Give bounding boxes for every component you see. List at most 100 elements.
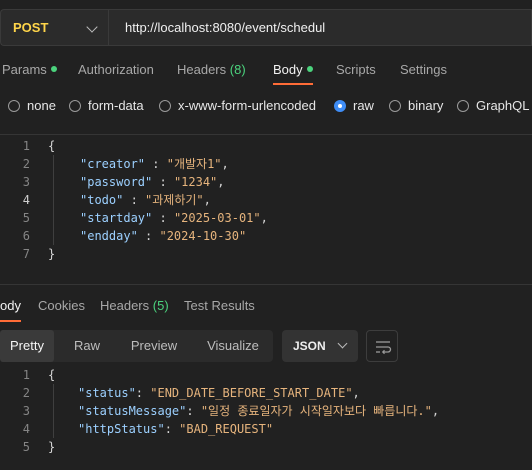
radio-graphql[interactable]: GraphQL xyxy=(457,98,529,113)
tab-headers[interactable]: Headers (8) xyxy=(177,62,246,77)
json-value: "1234" xyxy=(173,175,218,189)
tab-scripts-label: Scripts xyxy=(336,62,376,77)
radio-unchecked-icon xyxy=(159,99,171,112)
view-mode-segmented: Pretty Raw Preview Visualize xyxy=(0,330,273,362)
json-comma: , xyxy=(260,211,268,225)
radio-raw[interactable]: raw xyxy=(334,98,374,113)
tab-response-body[interactable]: ody xyxy=(0,298,21,313)
radio-unchecked-icon xyxy=(457,99,469,112)
json-key: "statusMessage" xyxy=(78,404,187,418)
json-key: "todo" xyxy=(80,193,124,207)
json-value: "개발자1" xyxy=(166,157,222,171)
json-sep: : xyxy=(145,157,167,171)
json-key: "creator" xyxy=(80,157,146,171)
json-key: "endday" xyxy=(80,229,138,243)
radio-urlencoded[interactable]: x-www-form-urlencoded xyxy=(159,98,316,113)
json-comma: , xyxy=(431,404,440,418)
line-number: 1 xyxy=(22,139,30,153)
line-number: 2 xyxy=(22,157,30,171)
request-body-editor[interactable]: 1{ 2 "creator" : "개발자1", 3 "password" : "1… xyxy=(0,137,532,263)
radio-none[interactable]: none xyxy=(8,98,56,113)
request-tabs: Params Authorization Headers (8) Body Sc… xyxy=(0,62,532,85)
tab-settings[interactable]: Settings xyxy=(400,62,447,77)
line-number: 7 xyxy=(22,247,30,261)
radio-graphql-label: GraphQL xyxy=(476,98,530,113)
radio-unchecked-icon xyxy=(69,99,81,112)
response-body-viewer[interactable]: 1{ 2 "status": "END_DATE_BEFORE_START_DAT… xyxy=(0,366,532,456)
line-number: 3 xyxy=(22,404,30,418)
radio-raw-label: raw xyxy=(353,98,374,113)
url-bar: POST http://localhost:8080/event/schedul xyxy=(0,9,532,46)
wrap-lines-icon xyxy=(376,341,392,355)
headers-count: (8) xyxy=(229,62,246,77)
open-brace: { xyxy=(48,368,56,382)
json-value: "일정 종료일자가 시작일자보다 빠릅니다." xyxy=(200,404,432,418)
view-raw-button[interactable]: Raw xyxy=(60,330,114,362)
json-value: "과제하기" xyxy=(145,193,204,207)
json-sep: : xyxy=(123,193,146,207)
open-brace: { xyxy=(48,139,56,153)
json-sep: : xyxy=(152,175,174,189)
url-input[interactable]: http://localhost:8080/event/schedul xyxy=(108,9,532,46)
code-line: 1{ xyxy=(0,366,532,384)
line-number: 4 xyxy=(22,422,30,436)
json-key: "startday" xyxy=(80,211,153,225)
json-sep: : xyxy=(137,229,160,243)
method-select[interactable]: POST xyxy=(0,9,108,46)
radio-binary[interactable]: binary xyxy=(389,98,443,113)
tab-test-results[interactable]: Test Results xyxy=(184,298,255,313)
format-select[interactable]: JSON xyxy=(282,330,358,362)
params-indicator-icon xyxy=(50,66,57,72)
tab-authorization[interactable]: Authorization xyxy=(78,62,154,77)
view-pretty-button[interactable]: Pretty xyxy=(0,330,54,362)
tab-headers-label: Headers xyxy=(177,62,227,77)
code-line: 6 "endday" : "2024-10-30" xyxy=(0,227,532,245)
json-comma: , xyxy=(217,175,225,189)
line-number: 5 xyxy=(22,440,30,454)
tab-settings-label: Settings xyxy=(400,62,447,77)
radio-unchecked-icon xyxy=(389,99,401,112)
json-sep: : xyxy=(135,386,151,400)
json-comma: , xyxy=(203,193,211,207)
tab-body[interactable]: Body xyxy=(273,62,313,77)
format-label: JSON xyxy=(293,339,326,353)
json-key: "password" xyxy=(80,175,153,189)
json-value: "2025-03-01" xyxy=(173,211,261,225)
json-comma: , xyxy=(221,157,229,171)
code-line: 7} xyxy=(0,245,532,263)
wrap-lines-button[interactable] xyxy=(366,330,398,362)
tab-authorization-label: Authorization xyxy=(78,62,154,77)
active-tab-underline xyxy=(0,320,21,322)
tab-response-headers-label: Headers xyxy=(100,298,150,313)
json-value: "END_DATE_BEFORE_START_DATE" xyxy=(150,386,353,400)
response-tabs: ody Cookies Headers (5) Test Results xyxy=(0,298,532,322)
radio-form-data[interactable]: form-data xyxy=(69,98,144,113)
radio-none-label: none xyxy=(27,98,56,113)
tab-cookies[interactable]: Cookies xyxy=(38,298,85,313)
code-line: 5} xyxy=(0,438,532,456)
radio-unchecked-icon xyxy=(8,99,20,112)
response-headers-count: (5) xyxy=(152,298,169,313)
radio-urlencoded-label: x-www-form-urlencoded xyxy=(178,98,316,113)
radio-form-data-label: form-data xyxy=(88,98,144,113)
json-value: "BAD_REQUEST" xyxy=(179,422,274,436)
tab-params[interactable]: Params xyxy=(2,62,57,77)
json-key: "status" xyxy=(78,386,136,400)
code-line: 4 "httpStatus": "BAD_REQUEST" xyxy=(0,420,532,438)
view-visualize-button[interactable]: Visualize xyxy=(196,330,270,362)
code-line: 2 "status": "END_DATE_BEFORE_START_DATE", xyxy=(0,384,532,402)
json-comma: , xyxy=(352,386,360,400)
tab-response-headers[interactable]: Headers (5) xyxy=(100,298,169,313)
divider xyxy=(0,284,532,285)
view-preview-button[interactable]: Preview xyxy=(120,330,188,362)
json-sep: : xyxy=(164,422,180,436)
divider xyxy=(0,134,532,135)
json-key: "httpStatus" xyxy=(78,422,165,436)
tab-scripts[interactable]: Scripts xyxy=(336,62,376,77)
radio-checked-icon xyxy=(334,99,346,112)
close-brace: } xyxy=(48,247,56,261)
json-value: "2024-10-30" xyxy=(159,229,247,243)
body-indicator-icon xyxy=(306,66,313,72)
response-view-bar: Pretty Raw Preview Visualize JSON xyxy=(0,330,532,362)
tab-test-results-label: Test Results xyxy=(184,298,255,313)
